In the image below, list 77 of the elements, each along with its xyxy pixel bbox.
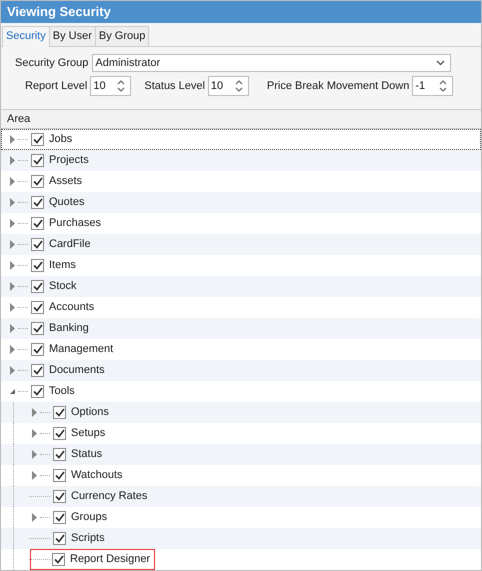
expand-arrow-icon[interactable] bbox=[32, 450, 37, 459]
checkbox[interactable] bbox=[53, 469, 66, 482]
tree-item-label: Stock bbox=[49, 279, 77, 294]
checkbox[interactable] bbox=[53, 406, 66, 419]
expand-arrow-icon[interactable] bbox=[10, 261, 15, 270]
expand-arrow-icon[interactable] bbox=[32, 471, 37, 480]
tree-item-label: Purchases bbox=[49, 216, 101, 232]
checkbox[interactable] bbox=[31, 343, 44, 356]
expand-arrow-icon[interactable] bbox=[10, 135, 15, 144]
expand-arrow-icon[interactable] bbox=[10, 282, 15, 291]
tree-item-label: Assets bbox=[49, 174, 82, 190]
expand-arrow-icon[interactable] bbox=[10, 156, 15, 165]
checkbox[interactable] bbox=[31, 280, 44, 293]
column-header: Area bbox=[1, 110, 481, 129]
spinner-arrows-icon bbox=[439, 79, 448, 93]
tree-item-label: Groups bbox=[71, 510, 108, 526]
tree-item-label: Accounts bbox=[49, 300, 94, 316]
checkbox[interactable] bbox=[31, 154, 44, 167]
chevron-down-icon bbox=[436, 60, 445, 66]
checkbox[interactable] bbox=[53, 532, 66, 545]
spin-field[interactable]: 10 bbox=[208, 76, 249, 96]
security-group-dropdown[interactable]: Administrator bbox=[92, 54, 451, 72]
expand-arrow-icon[interactable] bbox=[10, 219, 15, 228]
field-label: Report Level bbox=[25, 78, 88, 94]
tree-item-label: Options bbox=[71, 405, 109, 420]
field-label: Status Level bbox=[144, 78, 205, 94]
checkbox[interactable] bbox=[31, 322, 44, 335]
expand-arrow-icon[interactable] bbox=[10, 324, 15, 333]
tree-item-label: Quotes bbox=[49, 195, 84, 210]
checkbox[interactable] bbox=[52, 553, 65, 566]
expand-arrow-icon[interactable] bbox=[32, 429, 37, 438]
checkbox[interactable] bbox=[53, 511, 66, 524]
checkbox[interactable] bbox=[31, 133, 44, 146]
tab[interactable]: By Group bbox=[94, 26, 150, 46]
tree-item-label: Projects bbox=[49, 153, 89, 168]
tree-item-label: CardFile bbox=[49, 237, 91, 252]
tree-item-label: Scripts bbox=[71, 531, 105, 546]
field-label: Price Break Movement Down bbox=[266, 78, 410, 94]
checkbox[interactable] bbox=[31, 301, 44, 314]
tree-item-label: Setups bbox=[71, 426, 106, 442]
collapse-arrow-icon[interactable] bbox=[9, 388, 16, 395]
spinner-arrows-icon bbox=[117, 79, 126, 93]
tree-item-label: Status bbox=[71, 447, 102, 462]
expand-arrow-icon[interactable] bbox=[10, 240, 15, 249]
expand-arrow-icon[interactable] bbox=[10, 177, 15, 186]
tree-item-label: Jobs bbox=[49, 132, 72, 148]
tree-item-label: Watchouts bbox=[71, 468, 123, 484]
tab[interactable]: Security bbox=[2, 26, 50, 47]
expand-arrow-icon[interactable] bbox=[10, 345, 15, 354]
checkbox[interactable] bbox=[31, 364, 44, 377]
checkbox[interactable] bbox=[53, 427, 66, 440]
spin-field[interactable]: -1 bbox=[412, 76, 454, 96]
expand-arrow-icon[interactable] bbox=[32, 513, 37, 522]
expand-arrow-icon[interactable] bbox=[32, 408, 37, 417]
tree-item-label: Report Designer bbox=[70, 552, 150, 568]
tree-item-label: Management bbox=[49, 342, 114, 358]
checkbox[interactable] bbox=[31, 196, 44, 209]
tree-item-label: Tools bbox=[49, 384, 75, 400]
window-title: Viewing Security bbox=[1, 1, 481, 23]
tree-item-label: Items bbox=[49, 258, 76, 274]
checkbox[interactable] bbox=[31, 238, 44, 251]
tree-item-label: Currency Rates bbox=[71, 489, 148, 504]
checkbox[interactable] bbox=[53, 490, 66, 503]
expand-arrow-icon[interactable] bbox=[10, 198, 15, 207]
checkbox[interactable] bbox=[31, 217, 44, 230]
expand-arrow-icon[interactable] bbox=[10, 366, 15, 375]
checkbox[interactable] bbox=[31, 385, 44, 398]
checkbox[interactable] bbox=[53, 448, 66, 461]
field-label: Security Group bbox=[15, 56, 88, 71]
spinner-arrows-icon bbox=[234, 79, 243, 93]
checkbox[interactable] bbox=[31, 175, 44, 188]
tab[interactable]: By User bbox=[48, 26, 96, 46]
expand-arrow-icon[interactable] bbox=[10, 303, 15, 312]
tree-item-label: Documents bbox=[49, 363, 105, 378]
spin-field[interactable]: 10 bbox=[90, 76, 132, 96]
checkbox[interactable] bbox=[31, 259, 44, 272]
tree-item-label: Banking bbox=[49, 321, 89, 336]
